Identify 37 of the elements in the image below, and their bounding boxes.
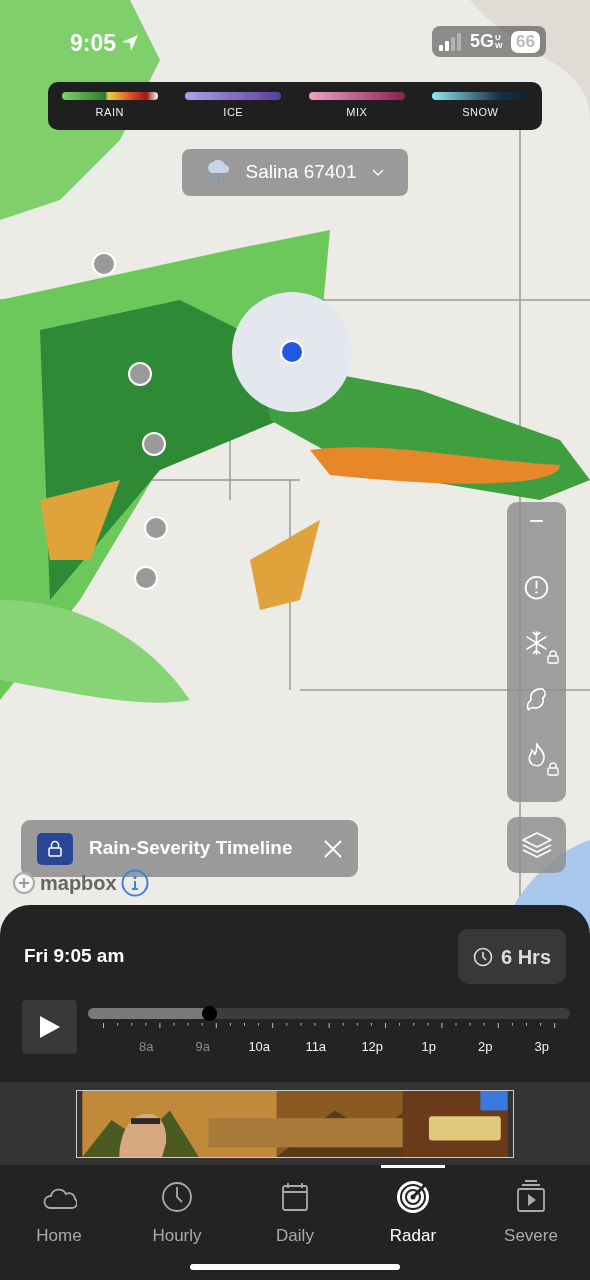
- play-button[interactable]: [22, 1000, 77, 1054]
- tab[interactable]: Hourly: [118, 1165, 236, 1250]
- close-icon: [324, 839, 342, 858]
- layers-icon: [519, 830, 554, 860]
- clock-icon: [159, 1179, 195, 1215]
- tick-label: 9a: [194, 1038, 211, 1056]
- legend-label: RAIN: [95, 104, 124, 120]
- tab[interactable]: Daily: [236, 1165, 354, 1250]
- clock-icon: [473, 946, 493, 967]
- tick-label: 8a: [138, 1038, 155, 1056]
- mapbox-logo: mapbox: [40, 871, 117, 896]
- tab[interactable]: Radar: [354, 1165, 472, 1250]
- tick-label: 12p: [360, 1038, 385, 1056]
- mapbox-logo-icon: [12, 871, 36, 895]
- legend-label: ICE: [223, 104, 244, 120]
- clock-time: 9:05: [70, 29, 117, 58]
- info-icon[interactable]: [120, 869, 149, 897]
- close-button[interactable]: [324, 839, 342, 858]
- tick-label: 1p: [420, 1038, 437, 1056]
- play-icon: [38, 1015, 61, 1039]
- radar-icon: [395, 1179, 431, 1215]
- tick-label: 3p: [533, 1038, 550, 1056]
- tick-label: 2p: [477, 1038, 494, 1056]
- range-button[interactable]: 6 Hrs: [458, 929, 566, 984]
- lock-icon: [48, 840, 62, 857]
- legend-label: SNOW: [462, 104, 499, 120]
- chip-label: Rain-Severity Timeline: [89, 836, 293, 861]
- tab[interactable]: Home: [0, 1165, 118, 1250]
- tab-indicator: [381, 1165, 445, 1168]
- chevron-down-icon: [372, 168, 385, 177]
- tab[interactable]: Severe: [472, 1165, 590, 1250]
- legend-label: MIX: [346, 104, 368, 120]
- layers-button[interactable]: [507, 817, 566, 873]
- timeline-time: Fri 9:05 am: [24, 944, 125, 969]
- tick-label: 11a: [304, 1038, 328, 1056]
- tick-label: 10a: [247, 1038, 272, 1056]
- signal-icon: [438, 32, 463, 51]
